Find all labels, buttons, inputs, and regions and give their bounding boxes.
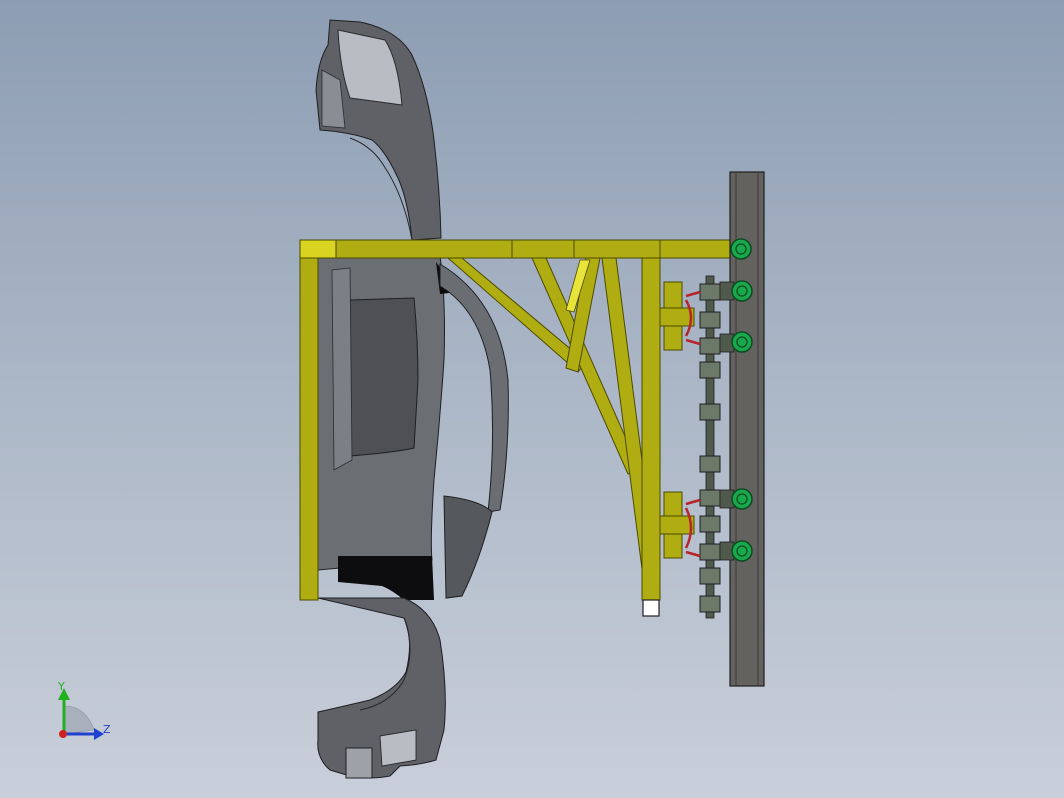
frame-post-foot [642,599,660,617]
car-side-window [331,267,353,471]
car-sill-black [338,556,434,600]
wheel-2 [731,331,753,353]
z-axis-label: Z [103,723,111,736]
frame-right-post [641,257,661,601]
model-scene[interactable]: Y Z [0,0,1064,798]
x-axis-dot-icon [59,730,67,738]
car-body[interactable] [315,19,509,779]
frame-top-beam [299,239,739,259]
frame-left-post [299,257,319,601]
y-axis-label: Y [57,680,65,693]
chain-assembly[interactable] [684,275,735,619]
cad-viewport[interactable]: Y Z [0,0,1064,798]
frame-top-beam-cap [299,239,337,259]
wheel-3 [731,488,753,510]
car-front-intake [379,729,417,767]
car-front-lamp [345,747,373,779]
car-lower-flare [443,495,493,599]
wheel-1 [731,280,753,302]
coordinate-triad[interactable]: Y Z [57,680,111,740]
triad-plane-shading [63,705,95,735]
pivot-wheel [730,238,752,260]
wheel-4 [731,540,753,562]
car-door-panel [349,297,419,457]
